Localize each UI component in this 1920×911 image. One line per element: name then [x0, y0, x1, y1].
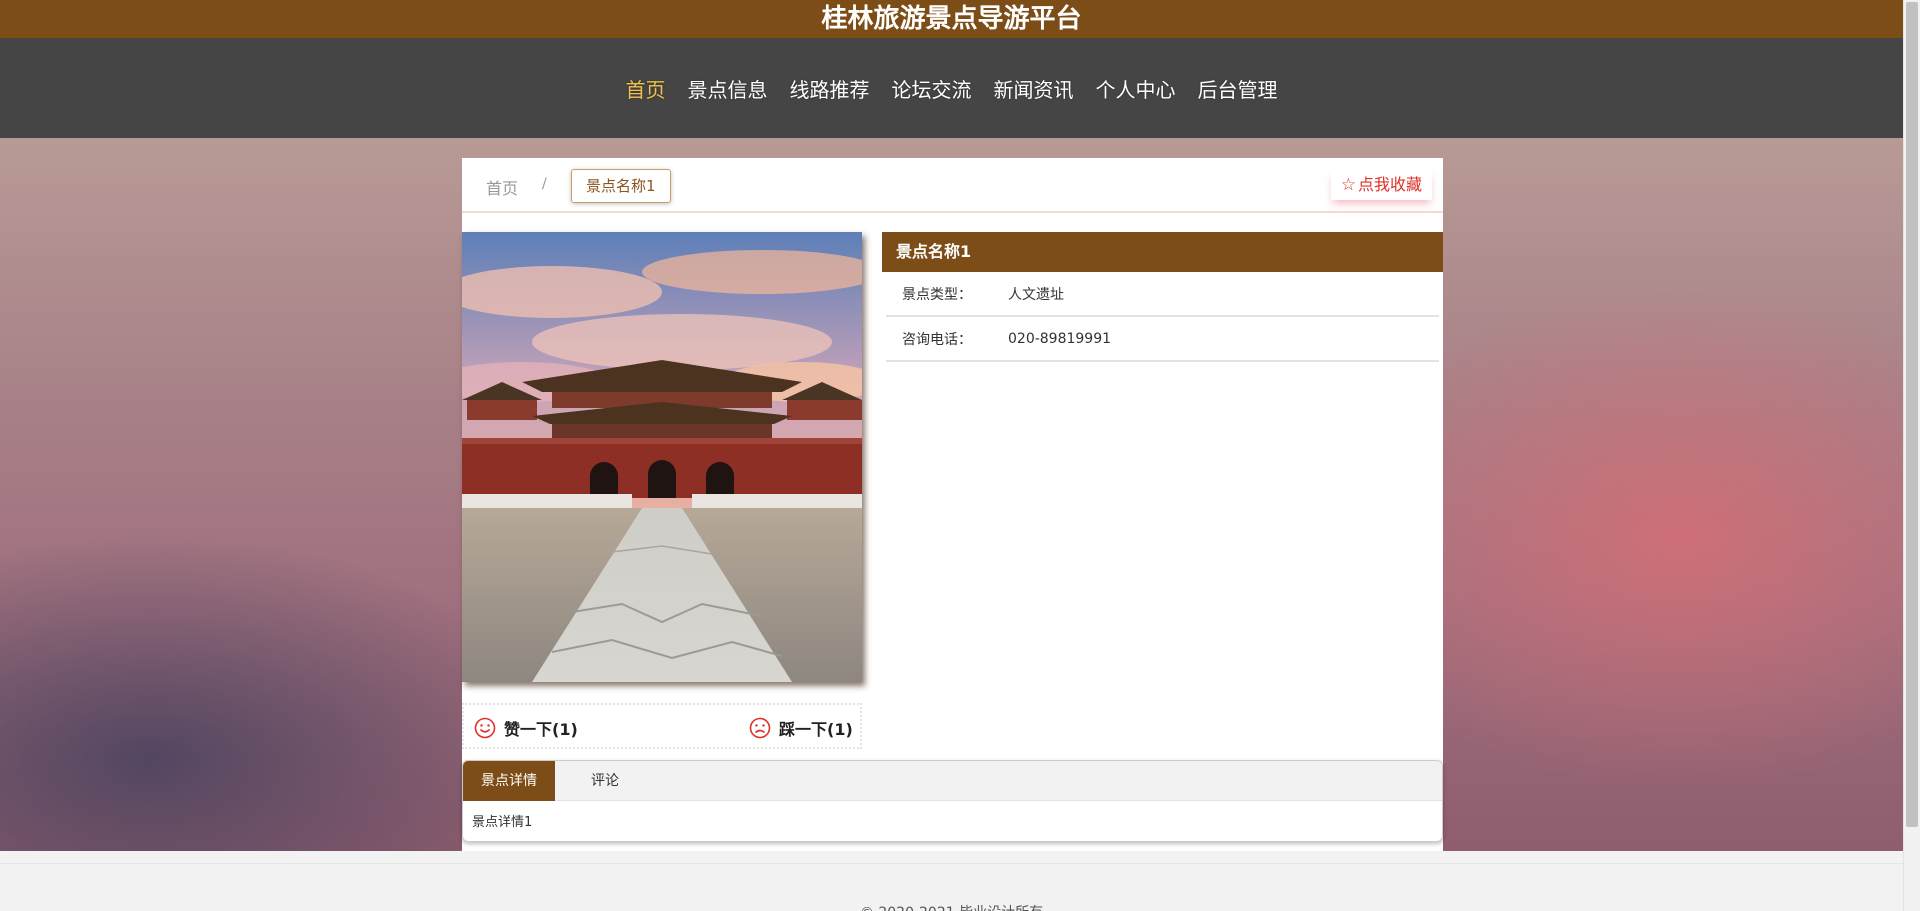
main-nav: 首页 景点信息 线路推荐 论坛交流 新闻资讯 个人中心 后台管理	[0, 38, 1903, 138]
nav-item-spots[interactable]: 景点信息	[679, 68, 777, 109]
info-row-type: 景点类型： 人文遗址	[886, 272, 1439, 317]
footer: © 2020-2021 毕业设计所有	[0, 863, 1903, 911]
breadcrumb-current: 景点名称1	[571, 169, 671, 203]
detail-tabs: 景点详情 评论 景点详情1	[462, 760, 1443, 842]
like-label: 赞一下(1)	[504, 720, 578, 739]
site-title: 桂林旅游景点导游平台	[0, 0, 1903, 38]
nav-item-admin[interactable]: 后台管理	[1189, 68, 1287, 109]
tab-comments[interactable]: 评论	[559, 761, 651, 801]
spot-name-heading: 景点名称1	[882, 232, 1443, 272]
nav-item-news[interactable]: 新闻资讯	[985, 68, 1083, 109]
nav-item-routes[interactable]: 线路推荐	[781, 68, 879, 109]
nav-item-home[interactable]: 首页	[617, 68, 675, 109]
tab-content: 景点详情1	[472, 815, 533, 830]
spot-info-table: 景点名称1 景点类型： 人文遗址 咨询电话： 020-89819991	[882, 232, 1443, 362]
vote-bar: 赞一下(1) 踩一下(1)	[462, 703, 862, 749]
info-value: 人文遗址	[1008, 286, 1064, 303]
favorite-label: 点我收藏	[1357, 175, 1422, 194]
tab-header: 景点详情 评论	[463, 761, 1442, 801]
spot-photo	[462, 232, 862, 682]
nav-item-forum[interactable]: 论坛交流	[883, 68, 981, 109]
footer-copyright: © 2020-2021 毕业设计所有	[0, 902, 1903, 911]
frown-icon	[749, 717, 771, 739]
scrollbar-thumb[interactable]	[1906, 2, 1918, 827]
page-scrollbar[interactable]	[1903, 0, 1920, 911]
dislike-button[interactable]: 踩一下(1)	[749, 716, 853, 740]
breadcrumb: 首页 / 景点名称1 ☆ 点我收藏	[462, 158, 1443, 213]
smile-icon	[474, 717, 496, 739]
favorite-button[interactable]: ☆ 点我收藏	[1330, 170, 1432, 200]
like-button[interactable]: 赞一下(1)	[474, 716, 578, 740]
tab-details[interactable]: 景点详情	[463, 761, 555, 801]
star-outline-icon: ☆	[1340, 175, 1356, 195]
info-key: 咨询电话：	[902, 331, 972, 348]
spot-detail-card: 首页 / 景点名称1 ☆ 点我收藏 赞一下(1) 踩一下(1) 景点名称1 景点…	[462, 158, 1443, 851]
breadcrumb-home[interactable]: 首页	[486, 175, 518, 199]
info-key: 景点类型：	[902, 286, 972, 303]
nav-item-profile[interactable]: 个人中心	[1087, 68, 1185, 109]
info-row-phone: 咨询电话： 020-89819991	[886, 317, 1439, 362]
dislike-label: 踩一下(1)	[779, 720, 853, 739]
breadcrumb-separator: /	[542, 176, 547, 192]
info-value: 020-89819991	[1008, 330, 1112, 347]
